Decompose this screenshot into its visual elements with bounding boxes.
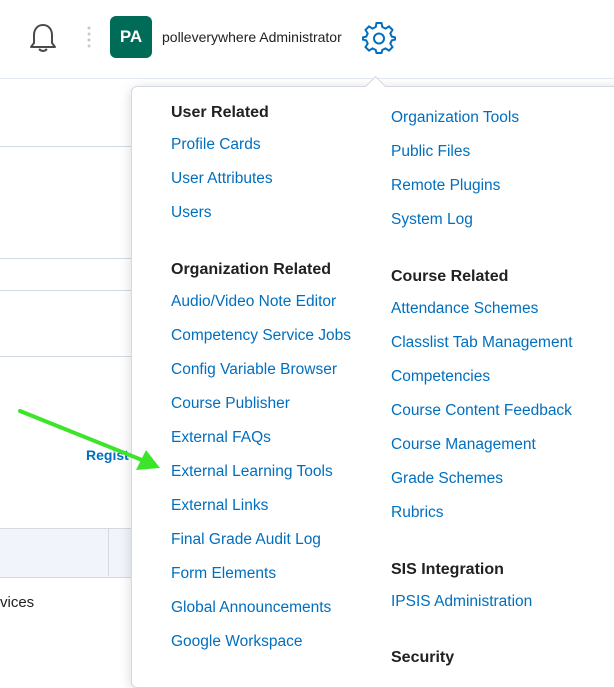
link-remote-plugins[interactable]: Remote Plugins: [391, 177, 500, 195]
link-attendance-schemes[interactable]: Attendance Schemes: [391, 300, 538, 318]
avatar[interactable]: PA: [110, 16, 152, 58]
link-profile-cards[interactable]: Profile Cards: [171, 136, 261, 154]
link-global-announcements[interactable]: Global Announcements: [171, 599, 331, 617]
link-course-management[interactable]: Course Management: [391, 436, 536, 454]
top-navbar: PA polleverywhere Administrator: [0, 0, 614, 79]
admin-tools-dropdown: User Related Profile Cards User Attribut…: [131, 86, 614, 688]
link-form-elements[interactable]: Form Elements: [171, 565, 276, 583]
link-external-faqs[interactable]: External FAQs: [171, 429, 271, 447]
link-organization-tools[interactable]: Organization Tools: [391, 109, 519, 127]
link-google-workspace[interactable]: Google Workspace: [171, 633, 303, 651]
link-classlist-tab-management[interactable]: Classlist Tab Management: [391, 334, 573, 352]
link-ipsis-administration[interactable]: IPSIS Administration: [391, 593, 532, 611]
divider: [0, 356, 131, 357]
link-final-grade-audit-log[interactable]: Final Grade Audit Log: [171, 531, 321, 549]
divider: [0, 290, 131, 291]
bell-icon[interactable]: [28, 22, 58, 54]
section-heading-security: Security: [391, 649, 455, 666]
gear-icon[interactable]: [362, 21, 396, 55]
register-link-partial[interactable]: Regist: [86, 447, 129, 463]
divider: [0, 258, 131, 259]
divider: [0, 146, 131, 147]
username-label[interactable]: polleverywhere Administrator: [162, 29, 342, 45]
vertical-dots-icon: [87, 26, 91, 50]
link-course-content-feedback[interactable]: Course Content Feedback: [391, 402, 572, 420]
table-cell-partial: vices: [0, 594, 35, 611]
link-external-links[interactable]: External Links: [171, 497, 268, 515]
section-heading-user-related: User Related: [171, 104, 269, 121]
link-competency-service-jobs[interactable]: Competency Service Jobs: [171, 327, 351, 345]
section-heading-organization-related: Organization Related: [171, 261, 332, 278]
link-system-log[interactable]: System Log: [391, 211, 473, 229]
link-competencies[interactable]: Competencies: [391, 368, 490, 386]
link-user-attributes[interactable]: User Attributes: [171, 170, 273, 188]
link-audio-video-note-editor[interactable]: Audio/Video Note Editor: [171, 293, 336, 311]
link-external-learning-tools[interactable]: External Learning Tools: [171, 463, 333, 481]
divider: [108, 528, 109, 576]
table-header: [0, 528, 131, 578]
section-heading-course-related: Course Related: [391, 268, 509, 285]
link-users[interactable]: Users: [171, 204, 211, 222]
link-config-variable-browser[interactable]: Config Variable Browser: [171, 361, 337, 379]
link-course-publisher[interactable]: Course Publisher: [171, 395, 290, 413]
link-rubrics[interactable]: Rubrics: [391, 504, 444, 522]
link-public-files[interactable]: Public Files: [391, 143, 470, 161]
link-grade-schemes[interactable]: Grade Schemes: [391, 470, 503, 488]
section-heading-sis-integration: SIS Integration: [391, 561, 504, 578]
